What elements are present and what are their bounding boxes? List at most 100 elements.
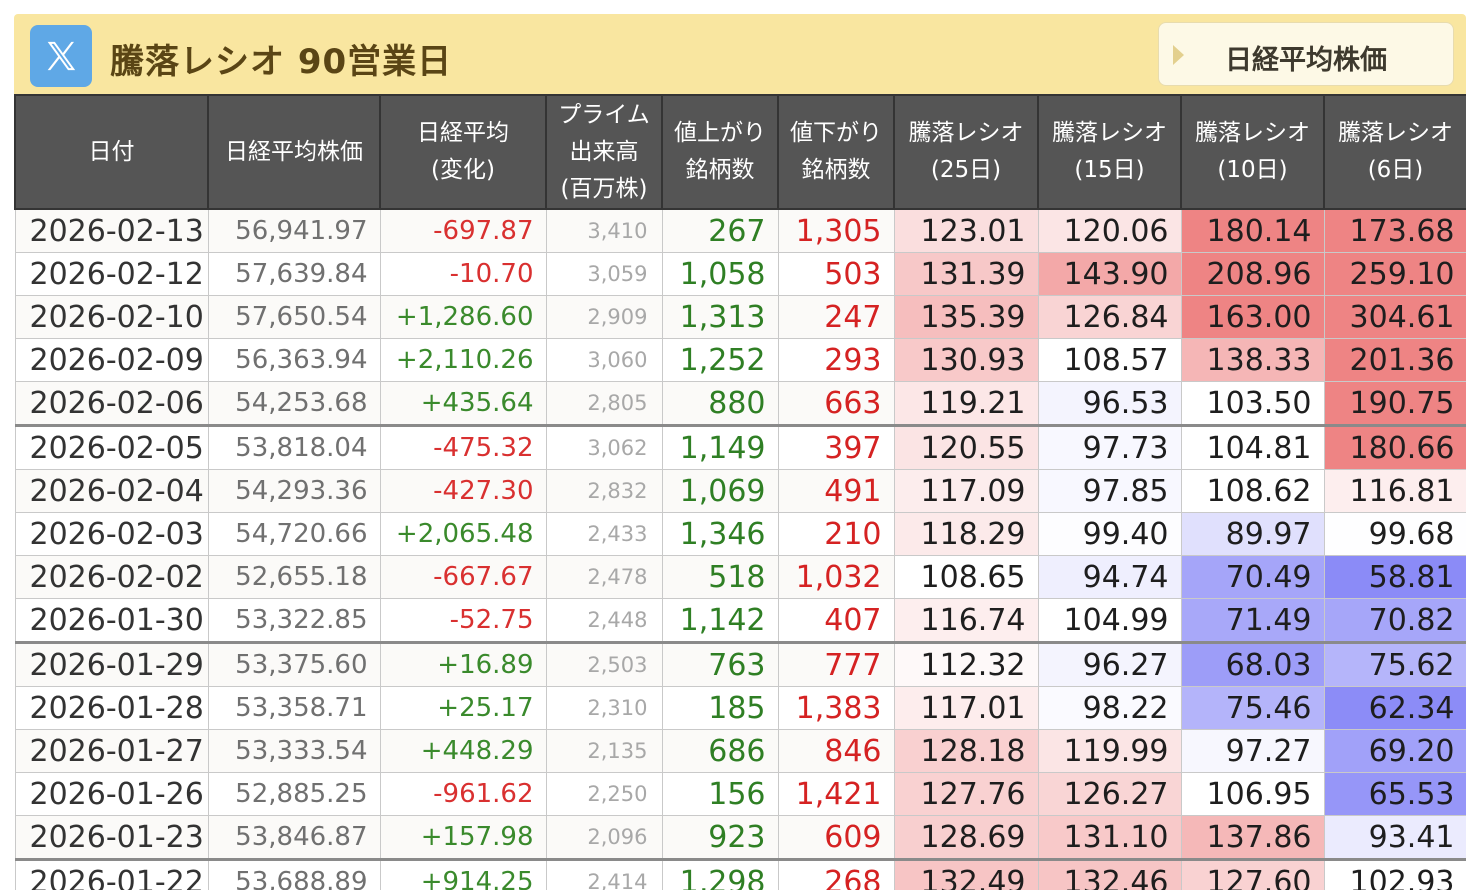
date-cell: 2026-02-06 <box>14 381 209 426</box>
date-cell: 2026-02-10 <box>14 295 209 339</box>
change-cell: -10.70 <box>379 252 547 296</box>
declines-cell: 210 <box>777 512 895 556</box>
column-header-date[interactable]: 日付 <box>14 94 209 210</box>
column-header-ratio-15[interactable]: 騰落レシオ (15日) <box>1037 94 1182 210</box>
ratio-6-cell: 65.53 <box>1323 772 1466 816</box>
ratio-25-cell: 117.01 <box>893 686 1039 730</box>
column-header-ratio-10[interactable]: 騰落レシオ (10日) <box>1180 94 1325 210</box>
ratio-25-cell: 117.09 <box>893 469 1039 513</box>
advances-cell: 923 <box>661 815 779 860</box>
ratio-25-cell: 135.39 <box>893 295 1039 339</box>
ratio-25-cell: 120.55 <box>893 424 1039 470</box>
date-cell: 2026-02-12 <box>14 252 209 296</box>
table-row: 2026-01-29 53,375.60 +16.89 2,503 763 777 112.… <box>14 641 1466 687</box>
declines-cell: 407 <box>777 598 895 643</box>
change-cell: -475.32 <box>379 424 547 470</box>
advances-cell: 267 <box>661 208 779 253</box>
table-row: 2026-02-03 54,720.66 +2,065.48 2,433 1,346 21… <box>14 512 1466 556</box>
volume-cell: 2,805 <box>545 381 663 426</box>
page-header: 騰落レシオ 90営業日 日経平均株価 <box>14 14 1466 94</box>
date-cell: 2026-01-28 <box>14 686 209 730</box>
column-header-volume[interactable]: プライム 出来高 (百万株) <box>545 94 663 210</box>
ratio-25-cell: 127.76 <box>893 772 1039 816</box>
x-share-icon[interactable] <box>30 25 92 87</box>
advances-cell: 1,058 <box>661 252 779 296</box>
ratio-15-cell: 126.84 <box>1037 295 1182 339</box>
ratio-15-cell: 131.10 <box>1037 815 1182 860</box>
change-cell: +448.29 <box>379 729 547 773</box>
date-cell: 2026-01-22 <box>14 858 209 890</box>
volume-cell: 2,478 <box>545 555 663 599</box>
declines-cell: 609 <box>777 815 895 860</box>
nikkei-cell: 52,655.18 <box>207 555 381 599</box>
declines-cell: 1,032 <box>777 555 895 599</box>
ratio-10-cell: 108.62 <box>1180 469 1325 513</box>
ratio-6-cell: 93.41 <box>1323 815 1466 860</box>
ratio-6-cell: 62.34 <box>1323 686 1466 730</box>
change-cell: +435.64 <box>379 381 547 426</box>
nikkei-cell: 53,375.60 <box>207 641 381 687</box>
ratio-10-cell: 71.49 <box>1180 598 1325 643</box>
column-header-advances[interactable]: 値上がり 銘柄数 <box>661 94 779 210</box>
column-header-declines[interactable]: 値下がり 銘柄数 <box>777 94 895 210</box>
change-cell: -697.87 <box>379 208 547 253</box>
table-row: 2026-01-27 53,333.54 +448.29 2,135 686 846 128… <box>14 729 1466 773</box>
volume-cell: 3,059 <box>545 252 663 296</box>
change-cell: +25.17 <box>379 686 547 730</box>
column-header-nikkei[interactable]: 日経平均株価 <box>207 94 381 210</box>
declines-cell: 777 <box>777 641 895 687</box>
table-row: 2026-02-13 56,941.97 -697.87 3,410 267 1,305 1… <box>14 208 1466 253</box>
table-body: 2026-02-13 56,941.97 -697.87 3,410 267 1,305 1… <box>14 208 1466 890</box>
ratio-6-cell: 173.68 <box>1323 208 1466 253</box>
nikkei-average-button[interactable]: 日経平均株価 <box>1158 22 1454 86</box>
advances-cell: 1,149 <box>661 424 779 470</box>
ratio-15-cell: 97.85 <box>1037 469 1182 513</box>
declines-cell: 247 <box>777 295 895 339</box>
ratio-10-cell: 137.86 <box>1180 815 1325 860</box>
change-cell: -427.30 <box>379 469 547 513</box>
ratio-10-cell: 208.96 <box>1180 252 1325 296</box>
date-cell: 2026-01-26 <box>14 772 209 816</box>
declines-cell: 1,383 <box>777 686 895 730</box>
volume-cell: 3,410 <box>545 208 663 253</box>
table-row: 2026-01-26 52,885.25 -961.62 2,250 156 1,421 1… <box>14 772 1466 816</box>
ratio-15-cell: 96.53 <box>1037 381 1182 426</box>
column-header-ratio-6[interactable]: 騰落レシオ (6日) <box>1323 94 1466 210</box>
ratio-6-cell: 70.82 <box>1323 598 1466 643</box>
nikkei-cell: 53,358.71 <box>207 686 381 730</box>
table-row: 2026-02-10 57,650.54 +1,286.60 2,909 1,313 24… <box>14 295 1466 339</box>
declines-cell: 397 <box>777 424 895 470</box>
ratio-15-cell: 94.74 <box>1037 555 1182 599</box>
column-header-change[interactable]: 日経平均 (変化) <box>379 94 547 210</box>
ratio-6-cell: 58.81 <box>1323 555 1466 599</box>
volume-cell: 2,832 <box>545 469 663 513</box>
change-cell: +2,065.48 <box>379 512 547 556</box>
volume-cell: 3,062 <box>545 424 663 470</box>
table-row: 2026-02-05 53,818.04 -475.32 3,062 1,149 397 1… <box>14 424 1466 470</box>
table-row: 2026-01-22 53,688.89 +914.25 2,414 1,298 268 1… <box>14 858 1466 890</box>
advances-cell: 763 <box>661 641 779 687</box>
ratio-25-cell: 123.01 <box>893 208 1039 253</box>
table-row: 2026-01-28 53,358.71 +25.17 2,310 185 1,383 11… <box>14 686 1466 730</box>
advances-cell: 880 <box>661 381 779 426</box>
change-cell: -52.75 <box>379 598 547 643</box>
nikkei-cell: 54,253.68 <box>207 381 381 426</box>
change-cell: -961.62 <box>379 772 547 816</box>
change-cell: +1,286.60 <box>379 295 547 339</box>
ratio-25-cell: 130.93 <box>893 338 1039 382</box>
ratio-table-container[interactable]: 日付 日経平均株価 日経平均 (変化) プライム 出来高 (百万株) 値上がり … <box>14 94 1466 890</box>
ratio-15-cell: 132.46 <box>1037 858 1182 890</box>
declines-cell: 1,305 <box>777 208 895 253</box>
ratio-6-cell: 102.93 <box>1323 858 1466 890</box>
date-cell: 2026-02-03 <box>14 512 209 556</box>
advances-cell: 1,298 <box>661 858 779 890</box>
change-cell: +914.25 <box>379 858 547 890</box>
ratio-6-cell: 99.68 <box>1323 512 1466 556</box>
table-row: 2026-02-04 54,293.36 -427.30 2,832 1,069 491 1… <box>14 469 1466 513</box>
ratio-10-cell: 103.50 <box>1180 381 1325 426</box>
table-row: 2026-02-02 52,655.18 -667.67 2,478 518 1,032 1… <box>14 555 1466 599</box>
ratio-10-cell: 70.49 <box>1180 555 1325 599</box>
date-cell: 2026-02-05 <box>14 424 209 470</box>
column-header-ratio-25[interactable]: 騰落レシオ (25日) <box>893 94 1039 210</box>
ratio-6-cell: 190.75 <box>1323 381 1466 426</box>
